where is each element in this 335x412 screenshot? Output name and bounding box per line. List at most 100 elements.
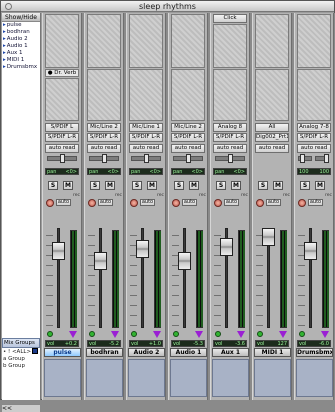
sidebar-track-item[interactable]: ▸Audio 1 bbox=[2, 43, 40, 50]
automation-icon[interactable] bbox=[153, 331, 161, 338]
comments-box[interactable] bbox=[128, 359, 165, 397]
automation-icon[interactable] bbox=[279, 331, 287, 338]
comments-box[interactable] bbox=[212, 359, 249, 397]
close-icon[interactable] bbox=[5, 3, 12, 10]
mute-button[interactable]: M bbox=[147, 181, 157, 190]
record-enable-button[interactable] bbox=[46, 199, 54, 207]
comments-box[interactable] bbox=[44, 359, 81, 397]
automation-icon[interactable] bbox=[69, 331, 77, 338]
solo-button[interactable]: S bbox=[300, 181, 310, 190]
insert-slots[interactable] bbox=[255, 69, 289, 121]
track-name-button[interactable]: MIDI 1 bbox=[254, 348, 291, 357]
mute-button[interactable]: M bbox=[315, 181, 325, 190]
track-name-button[interactable]: pulse bbox=[44, 348, 81, 357]
automation-mode-button[interactable]: auto read bbox=[255, 144, 289, 153]
send-slots[interactable] bbox=[171, 14, 205, 68]
mute-button[interactable]: M bbox=[273, 181, 283, 190]
auto-button[interactable]: auto bbox=[308, 199, 323, 206]
track-name-button[interactable]: Aux 1 bbox=[212, 348, 249, 357]
track-visible-icon[interactable]: ▸ bbox=[3, 57, 6, 63]
automation-icon[interactable] bbox=[111, 331, 119, 338]
track-name-button[interactable]: Audio 2 bbox=[128, 348, 165, 357]
automation-mode-button[interactable]: auto read bbox=[87, 144, 121, 153]
record-enable-button[interactable] bbox=[88, 199, 96, 207]
show-hide-button[interactable]: Show/Hide bbox=[2, 13, 40, 22]
pan-slider-right[interactable] bbox=[315, 154, 329, 163]
pan-thumb[interactable] bbox=[324, 154, 329, 163]
pan-slider[interactable] bbox=[89, 154, 119, 163]
input-selector[interactable]: Mic/Line 2 bbox=[171, 123, 205, 132]
pan-thumb[interactable] bbox=[60, 154, 65, 163]
track-visible-icon[interactable]: ▸ bbox=[3, 50, 6, 56]
output-selector[interactable]: S/PDIF L-R bbox=[87, 133, 121, 142]
automation-mode-button[interactable]: auto read bbox=[213, 144, 247, 153]
pan-thumb[interactable] bbox=[186, 154, 191, 163]
volume-fader[interactable] bbox=[178, 252, 191, 270]
volume-fader[interactable] bbox=[262, 228, 275, 246]
comments-box[interactable] bbox=[170, 359, 207, 397]
sidebar-track-item[interactable]: ▸bodhran bbox=[2, 29, 40, 36]
auto-button[interactable]: auto bbox=[56, 199, 71, 206]
mix-groups-button[interactable]: Mix Groups bbox=[2, 338, 40, 354]
mute-button[interactable]: M bbox=[105, 181, 115, 190]
voice-icon[interactable] bbox=[47, 331, 53, 337]
insert-slots[interactable] bbox=[87, 69, 121, 121]
pan-thumb[interactable] bbox=[102, 154, 107, 163]
solo-button[interactable]: S bbox=[174, 181, 184, 190]
record-enable-button[interactable] bbox=[298, 199, 306, 207]
output-selector[interactable]: S/PDIF L-R bbox=[213, 133, 247, 142]
record-enable-button[interactable] bbox=[130, 199, 138, 207]
pan-thumb[interactable] bbox=[144, 154, 149, 163]
voice-icon[interactable] bbox=[173, 331, 179, 337]
output-selector[interactable]: S/PDIF L-R bbox=[45, 133, 79, 142]
pan-slider[interactable] bbox=[47, 154, 77, 163]
send-slots[interactable] bbox=[255, 14, 289, 68]
automation-icon[interactable] bbox=[321, 331, 329, 338]
comments-box[interactable] bbox=[86, 359, 123, 397]
comments-box[interactable] bbox=[254, 359, 291, 397]
scroll-left-icon[interactable]: << bbox=[2, 405, 12, 412]
auto-button[interactable]: auto bbox=[98, 199, 113, 206]
solo-button[interactable]: S bbox=[216, 181, 226, 190]
insert-slots[interactable] bbox=[129, 69, 163, 121]
comments-box[interactable] bbox=[296, 359, 333, 397]
automation-icon[interactable] bbox=[195, 331, 203, 338]
input-selector[interactable]: S/PDIF L bbox=[45, 123, 79, 132]
insert-slots[interactable] bbox=[171, 69, 205, 121]
pan-slider-left[interactable] bbox=[298, 154, 312, 163]
voice-icon[interactable] bbox=[89, 331, 95, 337]
mute-button[interactable]: M bbox=[189, 181, 199, 190]
sidebar-track-item[interactable]: ▸Drumsbmx bbox=[2, 64, 40, 71]
voice-icon[interactable] bbox=[299, 331, 305, 337]
auto-button[interactable]: auto bbox=[140, 199, 155, 206]
solo-button[interactable]: S bbox=[258, 181, 268, 190]
sidebar-track-item[interactable]: ▸Aux 1 bbox=[2, 50, 40, 57]
mute-button[interactable]: M bbox=[63, 181, 73, 190]
pan-thumb[interactable] bbox=[228, 154, 233, 163]
volume-fader[interactable] bbox=[52, 242, 65, 260]
input-selector[interactable]: Analog 8 bbox=[213, 123, 247, 132]
group-item[interactable]: b Group bbox=[2, 363, 40, 370]
title-bar[interactable]: sleep rhythms bbox=[1, 1, 334, 12]
send-slots[interactable] bbox=[45, 14, 79, 68]
track-name-button[interactable]: bodhran bbox=[86, 348, 123, 357]
record-enable-button[interactable] bbox=[214, 199, 222, 207]
sidebar-track-item[interactable]: ▸MIDI 1 bbox=[2, 57, 40, 64]
voice-icon[interactable] bbox=[257, 331, 263, 337]
sidebar-track-item[interactable]: ▸Audio 2 bbox=[2, 36, 40, 43]
track-visible-icon[interactable]: ▸ bbox=[3, 36, 6, 42]
send-slots[interactable] bbox=[129, 14, 163, 68]
output-selector[interactable]: Dig002_Prt11 bbox=[255, 133, 289, 142]
pan-slider[interactable] bbox=[215, 154, 245, 163]
record-enable-button[interactable] bbox=[172, 199, 180, 207]
automation-icon[interactable] bbox=[237, 331, 245, 338]
track-name-button[interactable]: Drumsbmx bbox=[296, 348, 333, 357]
solo-button[interactable]: S bbox=[48, 181, 58, 190]
automation-mode-button[interactable]: auto read bbox=[297, 144, 331, 153]
auto-button[interactable]: auto bbox=[266, 199, 281, 206]
solo-button[interactable]: S bbox=[132, 181, 142, 190]
output-selector[interactable]: S/PDIF L-R bbox=[171, 133, 205, 142]
pan-slider[interactable] bbox=[173, 154, 203, 163]
insert-slot[interactable]: ● Dr. Verb bbox=[45, 69, 79, 77]
mute-button[interactable]: M bbox=[231, 181, 241, 190]
